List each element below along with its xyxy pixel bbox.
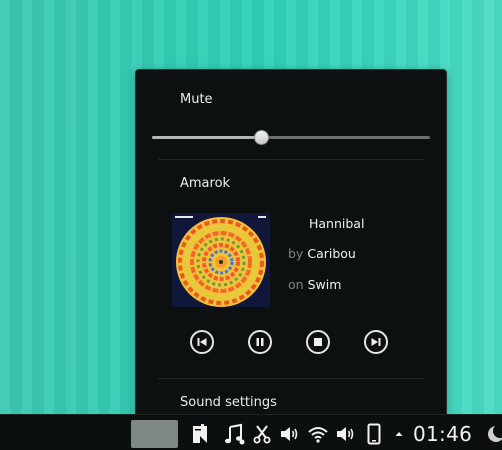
- volume-slider[interactable]: [152, 136, 430, 139]
- pause-button[interactable]: [248, 330, 272, 354]
- volume-slider-handle[interactable]: [254, 130, 270, 145]
- artist-prefix: by: [288, 246, 304, 261]
- next-button[interactable]: [364, 330, 388, 354]
- separator: [158, 159, 424, 160]
- arrow-up-icon[interactable]: [394, 423, 404, 445]
- volume-icon[interactable]: [334, 423, 356, 445]
- pause-icon: [256, 338, 264, 346]
- clock[interactable]: 01:46: [413, 422, 472, 446]
- sound-menu-popup: Mute Amarok Hannibal byCaribou onSwim: [135, 69, 447, 416]
- taskbar-window-button[interactable]: [131, 420, 178, 448]
- notes-icon[interactable]: [189, 423, 211, 445]
- track-artist: Caribou: [307, 246, 356, 261]
- bottom-panel: 01:46: [0, 414, 502, 450]
- phone-icon[interactable]: [366, 423, 382, 445]
- separator: [158, 378, 424, 379]
- wifi-icon[interactable]: [306, 423, 330, 445]
- sound-settings-menu-item[interactable]: Sound settings: [180, 395, 277, 410]
- next-icon: [371, 338, 381, 346]
- stop-button[interactable]: [306, 330, 330, 354]
- scissors-icon[interactable]: [252, 423, 272, 445]
- track-title: Hannibal: [309, 216, 365, 231]
- stop-icon: [314, 338, 322, 346]
- track-album-row: on Swim: [288, 277, 341, 292]
- music-icon[interactable]: [222, 423, 246, 445]
- previous-button[interactable]: [190, 330, 214, 354]
- player-name[interactable]: Amarok: [180, 176, 230, 191]
- mute-menu-item[interactable]: Mute: [180, 92, 213, 107]
- volume-slider-fill: [152, 136, 261, 139]
- previous-icon: [197, 338, 207, 346]
- moon-icon[interactable]: [486, 423, 502, 445]
- volume-icon[interactable]: [278, 423, 300, 445]
- album-art: [172, 213, 270, 307]
- track-album: Swim: [307, 277, 342, 292]
- track-artist-row: by Caribou: [288, 246, 356, 261]
- album-prefix: on: [288, 277, 304, 292]
